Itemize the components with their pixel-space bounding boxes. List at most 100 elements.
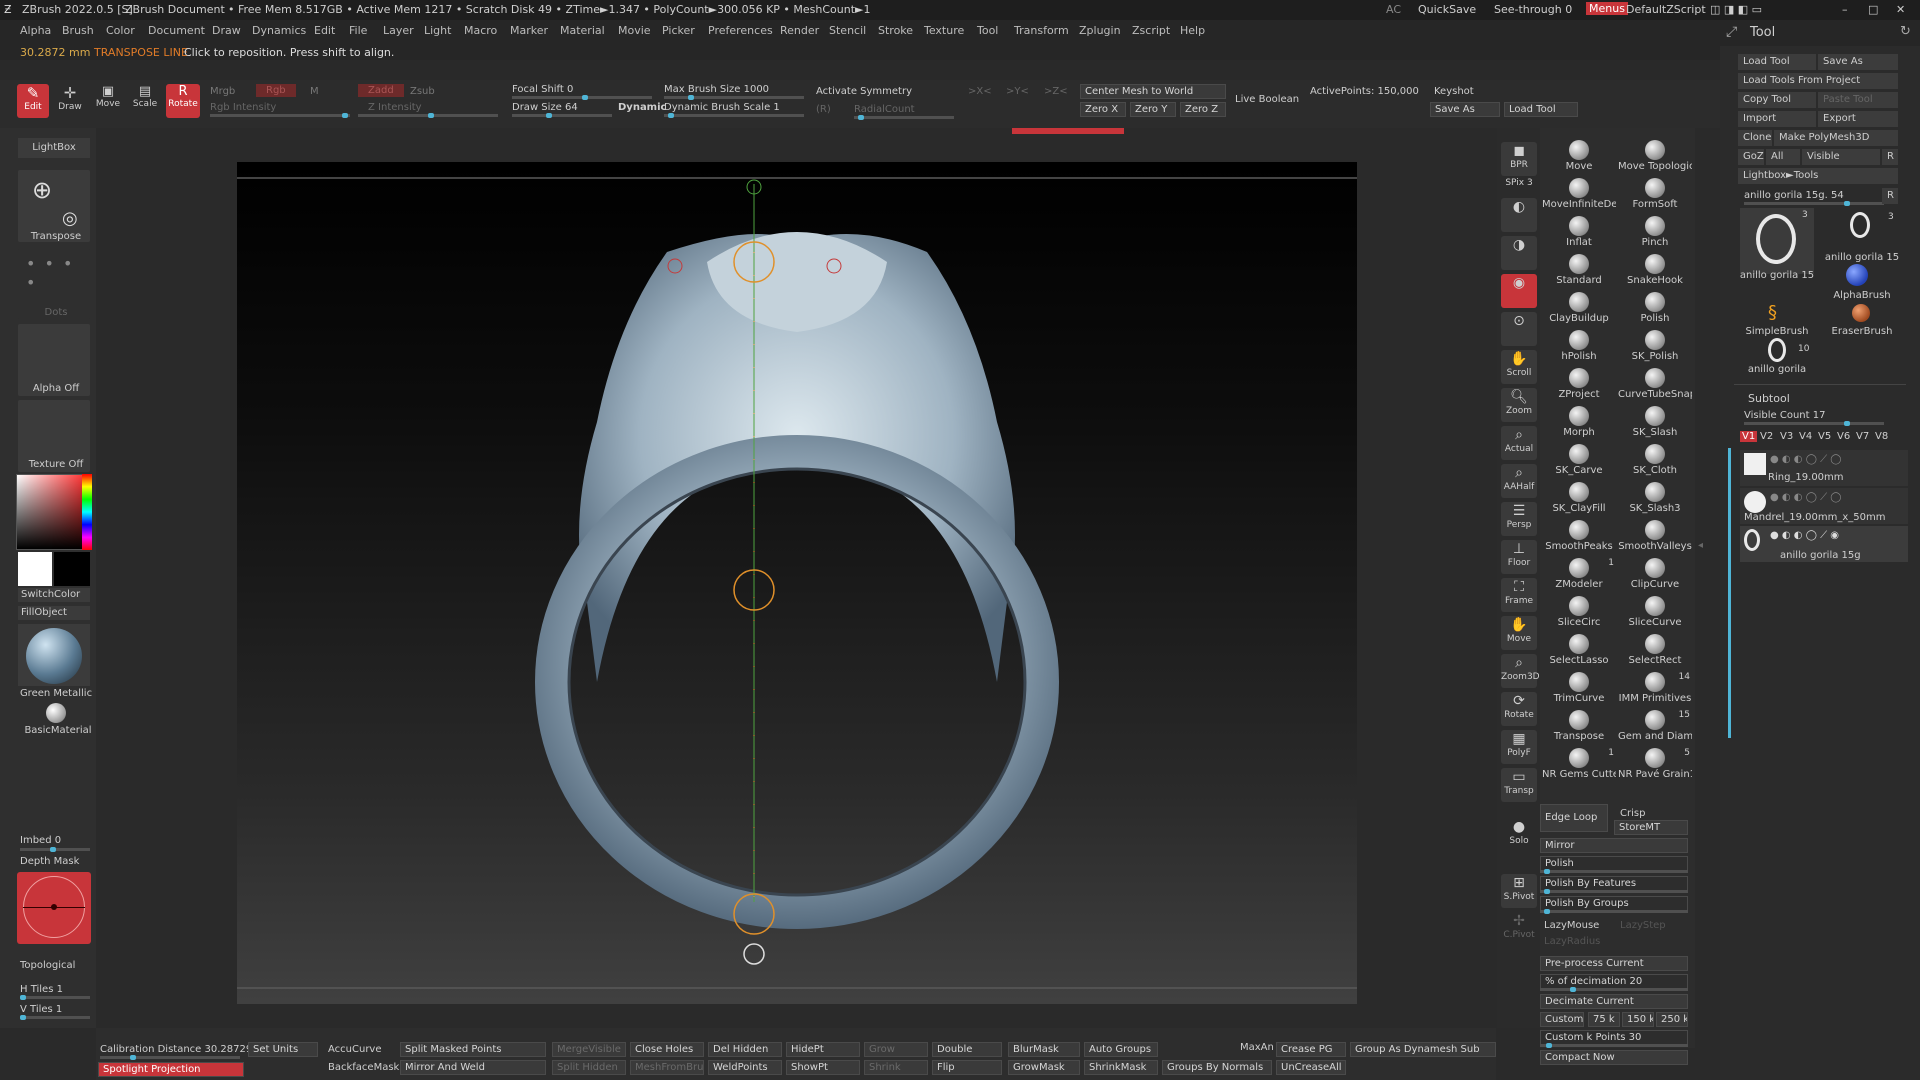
brush-snakehook[interactable]: SnakeHook [1618, 252, 1692, 290]
persp-button[interactable]: ☰ Persp [1501, 502, 1537, 536]
spix-slider[interactable]: SPix 3 [1501, 178, 1537, 192]
mirror-button[interactable]: Mirror [1540, 838, 1688, 853]
dynamic-toggle[interactable]: Dynamic [618, 102, 666, 113]
close-icon[interactable]: ✕ [1896, 3, 1905, 16]
subtool-header[interactable]: Subtool [1748, 392, 1790, 405]
blurmask-button[interactable]: BlurMask [1008, 1042, 1080, 1057]
lazyradius-slider[interactable]: LazyRadius [1544, 936, 1600, 947]
brush-formsoft[interactable]: FormSoft [1618, 176, 1692, 214]
menu-transform[interactable]: Transform [1014, 24, 1069, 37]
tool-r-button[interactable]: R [1882, 188, 1898, 204]
menu-picker[interactable]: Picker [662, 24, 695, 37]
brush-trimcurve[interactable]: TrimCurve [1542, 670, 1616, 708]
load-tool-top-button[interactable]: Load Tool [1504, 102, 1578, 117]
subtool-item-ring[interactable]: ● ◐ ◐ ◯ ⟋ ◯ Ring_19.00mm [1740, 450, 1908, 486]
maximize-icon[interactable]: □ [1868, 3, 1878, 16]
rgb-button[interactable]: Rgb [256, 84, 296, 97]
eraserbrush-icon[interactable] [1852, 304, 1870, 322]
color-picker[interactable] [16, 474, 92, 550]
brush-sk-carve[interactable]: SK_Carve [1542, 442, 1616, 480]
growmask-button[interactable]: GrowMask [1008, 1060, 1080, 1075]
polish-track[interactable] [1540, 869, 1688, 874]
calibration-distance-slider[interactable]: Calibration Distance 30.28729 [100, 1044, 252, 1055]
refresh-icon[interactable]: ↻ [1900, 24, 1911, 39]
brush-sk-slash3[interactable]: SK_Slash3 [1618, 480, 1692, 518]
menu-document[interactable]: Document [148, 24, 205, 37]
polyf-button[interactable]: ▦ PolyF [1501, 730, 1537, 764]
dynamic-brush-scale-track[interactable] [664, 113, 804, 118]
zadd-button[interactable]: Zadd [358, 84, 404, 97]
solo-button[interactable]: ● Solo [1501, 818, 1537, 852]
zero-x-button[interactable]: Zero X [1080, 102, 1126, 117]
menu-dynamics[interactable]: Dynamics [252, 24, 306, 37]
v-tiles-track[interactable] [20, 1015, 90, 1020]
import-button[interactable]: Import [1738, 111, 1816, 127]
zoom-button[interactable]: 🔍︎ Zoom [1501, 388, 1537, 422]
shrinkmask-button[interactable]: ShrinkMask [1084, 1060, 1158, 1075]
lazystep-slider[interactable]: LazyStep [1620, 920, 1666, 931]
brush-morph[interactable]: Morph [1542, 404, 1616, 442]
decimate-button[interactable]: Decimate Current [1540, 994, 1688, 1009]
load-tool-button[interactable]: Load Tool [1738, 54, 1816, 70]
brush-slicecirc[interactable]: SliceCirc [1542, 594, 1616, 632]
brush-slicecurve[interactable]: SliceCurve [1618, 594, 1692, 632]
menu-marker[interactable]: Marker [510, 24, 548, 37]
custom-button[interactable]: Custom [1540, 1012, 1584, 1027]
v4-button[interactable]: V4 [1799, 431, 1812, 442]
k75-button[interactable]: 75 k [1588, 1012, 1620, 1027]
move-mode-button[interactable]: ▣ Move [92, 84, 124, 118]
imbed-slider[interactable]: Imbed 0 [20, 835, 61, 846]
transp-button[interactable]: ▭ Transp [1501, 768, 1537, 802]
edit-mode-button[interactable]: ✎ Edit [17, 84, 49, 118]
menu-edit[interactable]: Edit [314, 24, 335, 37]
menu-draw[interactable]: Draw [212, 24, 241, 37]
polish-features-track[interactable] [1540, 889, 1688, 894]
pin-icon[interactable]: ⤢ [1726, 24, 1737, 40]
brush-zmodeler[interactable]: ZModeler 1 [1542, 556, 1616, 594]
basic-material-icon[interactable] [46, 703, 66, 723]
brush-collapse-icon[interactable]: ◂ [1698, 540, 1704, 554]
menu-color[interactable]: Color [106, 24, 135, 37]
rgb-intensity-track[interactable] [210, 113, 350, 118]
shrink-button[interactable]: Shrink [864, 1060, 928, 1075]
brush-smoothpeaks[interactable]: SmoothPeaks [1542, 518, 1616, 556]
polish-groups-slider[interactable]: Polish By Groups [1540, 896, 1688, 911]
radial-count-track[interactable] [854, 115, 954, 120]
brush-clipcurve[interactable]: ClipCurve [1618, 556, 1692, 594]
brush-sk-polish[interactable]: SK_Polish [1618, 328, 1692, 366]
make-polymesh-button[interactable]: Make PolyMesh3D [1774, 130, 1898, 146]
menu-stroke[interactable]: Stroke [878, 24, 913, 37]
focal-shift-track[interactable] [512, 95, 652, 100]
lazymouse-toggle[interactable]: LazyMouse [1544, 920, 1599, 931]
ac-label[interactable]: AC [1386, 3, 1401, 16]
menu-material[interactable]: Material [560, 24, 605, 37]
polish-groups-track[interactable] [1540, 909, 1688, 914]
maxangle-slider[interactable]: MaxAn [1240, 1042, 1274, 1053]
k250-button[interactable]: 250 k [1656, 1012, 1688, 1027]
menu-alpha[interactable]: Alpha [20, 24, 51, 37]
alphabrush-icon[interactable] [1846, 264, 1868, 286]
draw-size-slider[interactable]: Draw Size 64 [512, 102, 578, 113]
copy-tool-button[interactable]: Copy Tool [1738, 92, 1816, 108]
set-units-button[interactable]: Set Units [248, 1042, 318, 1057]
visible-button[interactable]: Visible [1802, 149, 1880, 165]
sym-x-button[interactable]: >X< [968, 86, 992, 97]
layout-icon[interactable]: ◫ ◨ ◧ ▭ [1710, 3, 1762, 16]
brush-selectlasso[interactable]: SelectLasso [1542, 632, 1616, 670]
menu-texture[interactable]: Texture [924, 24, 964, 37]
zsub-button[interactable]: Zsub [410, 86, 435, 97]
dynamic-persp-icon[interactable]: ⊙ [1501, 312, 1537, 346]
live-boolean-button[interactable]: Live Boolean [1235, 94, 1299, 105]
preprocess-button[interactable]: Pre-process Current [1540, 956, 1688, 971]
zoom3d-button[interactable]: ⌕ Zoom3D [1501, 654, 1540, 688]
subtool-eye-icon[interactable]: ● ◐ ◐ ◯ ⟋ ◯ [1770, 454, 1841, 465]
brush-gem-and-diamo[interactable]: Gem and Diamo 15 [1618, 708, 1692, 746]
crisp-toggle[interactable]: Crisp [1620, 808, 1645, 819]
scroll-button[interactable]: ✋ Scroll [1501, 350, 1537, 384]
draw-mode-button[interactable]: ✛ Draw [54, 84, 86, 118]
hue-strip[interactable] [82, 474, 92, 550]
quicksave-button[interactable]: QuickSave [1418, 3, 1476, 16]
menu-zscript[interactable]: Zscript [1132, 24, 1170, 37]
brush-sk-cloth[interactable]: SK_Cloth [1618, 442, 1692, 480]
brush-polish[interactable]: Polish [1618, 290, 1692, 328]
